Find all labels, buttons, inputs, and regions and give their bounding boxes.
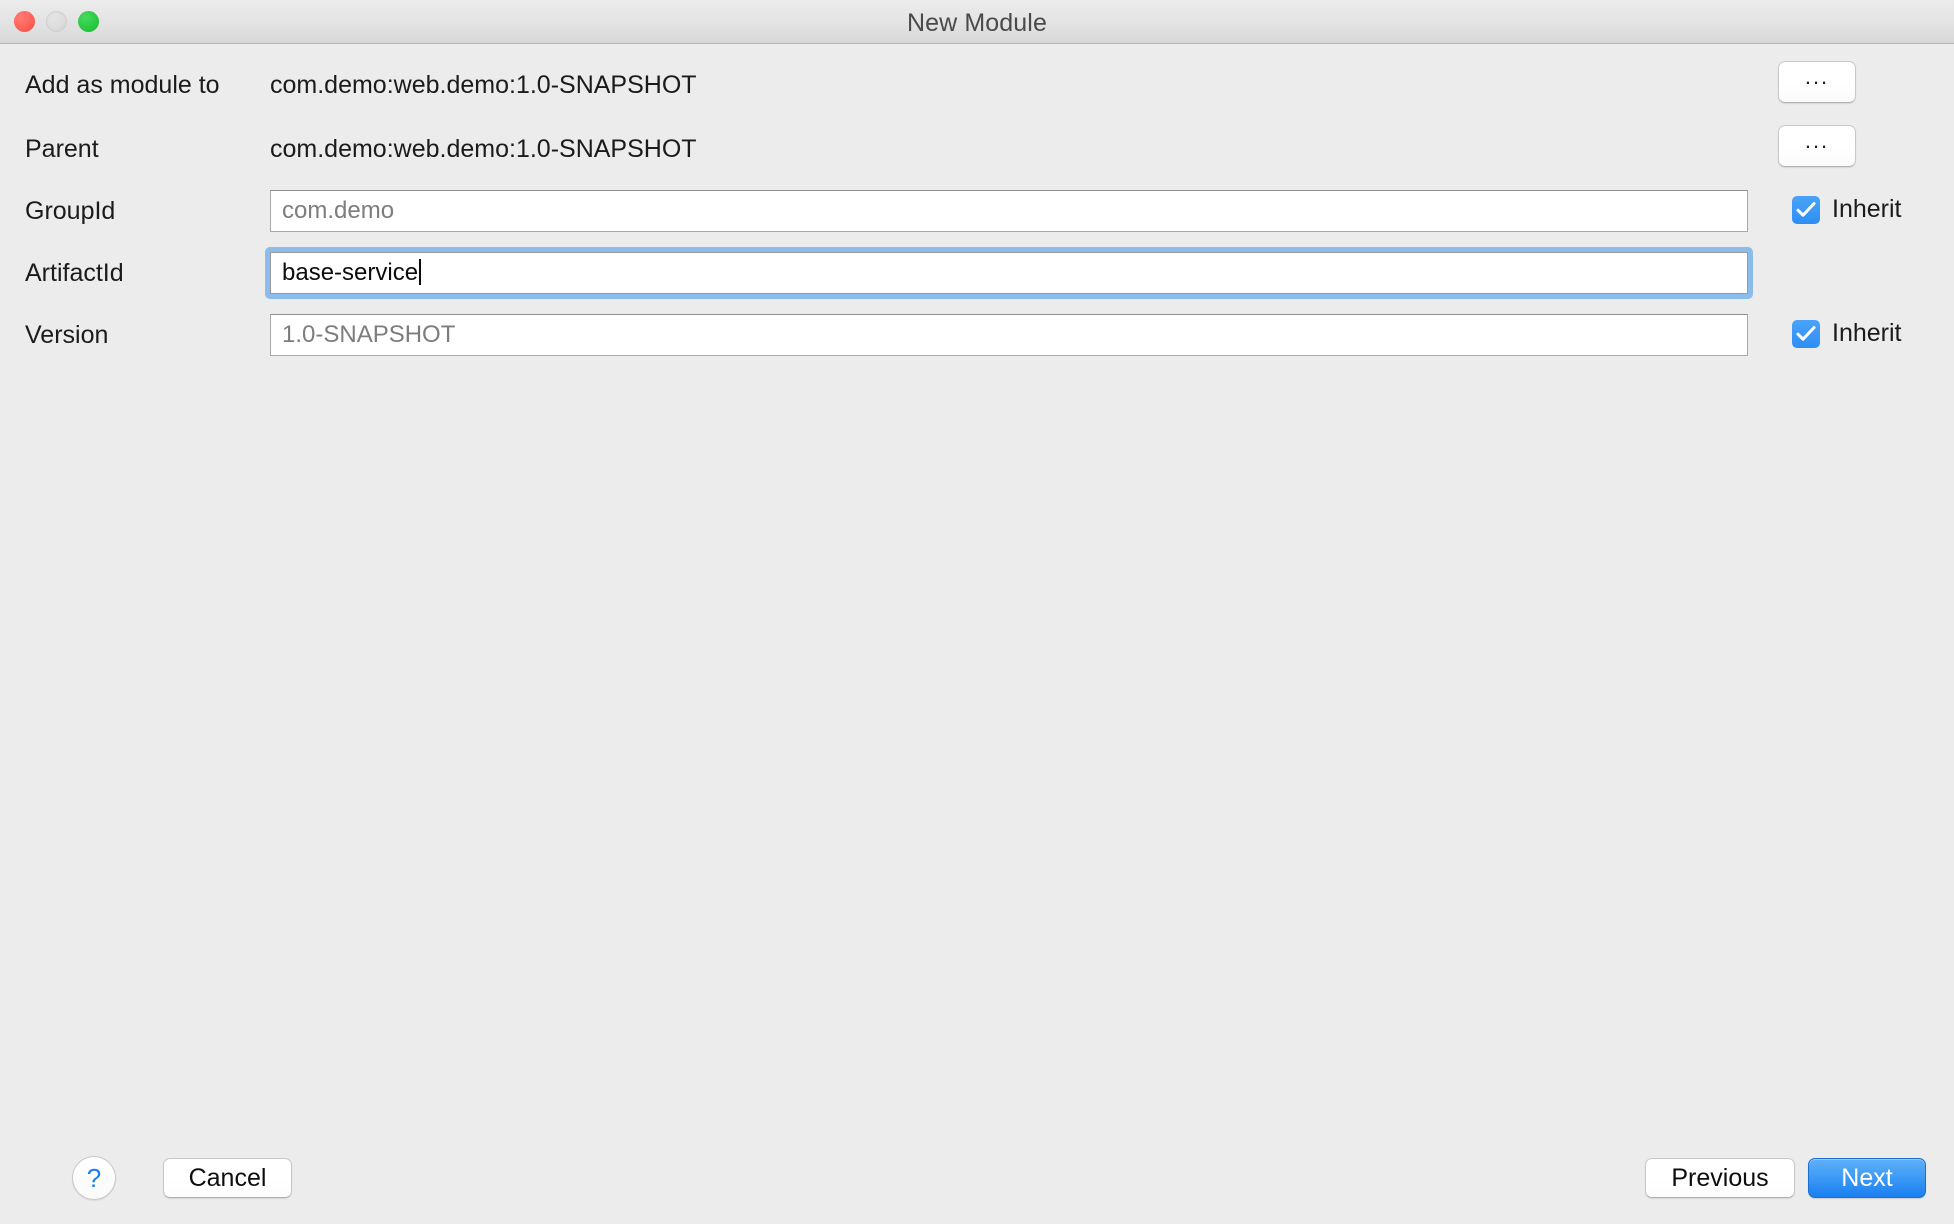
row-version: Version 1.0-SNAPSHOT Inherit	[0, 310, 1954, 360]
browse-add-as-module-to-button[interactable]: ...	[1778, 61, 1856, 103]
label-artifact-id: ArtifactId	[25, 259, 124, 287]
row-add-as-module-to: Add as module to com.demo:web.demo:1.0-S…	[0, 60, 1954, 110]
row-group-id: GroupId com.demo Inherit	[0, 186, 1954, 236]
previous-button[interactable]: Previous	[1645, 1158, 1795, 1198]
inherit-group-id-label: Inherit	[1832, 195, 1902, 223]
artifact-id-text: base-service	[282, 259, 419, 286]
inherit-version[interactable]: Inherit	[1792, 319, 1901, 348]
help-icon[interactable]: ?	[72, 1156, 116, 1200]
group-id-input[interactable]: com.demo	[270, 190, 1748, 232]
artifact-id-field-wrap: base-service	[265, 247, 1753, 299]
inherit-group-id-checkbox[interactable]	[1792, 195, 1820, 224]
inherit-version-label: Inherit	[1832, 319, 1902, 347]
browse-parent-button[interactable]: ...	[1778, 125, 1856, 167]
inherit-group-id[interactable]: Inherit	[1792, 195, 1901, 224]
row-parent: Parent com.demo:web.demo:1.0-SNAPSHOT ..…	[0, 124, 1954, 174]
artifact-id-input[interactable]: base-service	[270, 252, 1748, 294]
label-version: Version	[25, 321, 109, 349]
cancel-button[interactable]: Cancel	[163, 1158, 292, 1198]
window-titlebar[interactable]: New Module	[0, 0, 1954, 44]
group-id-field-wrap: com.demo	[270, 190, 1748, 232]
module-form: Add as module to com.demo:web.demo:1.0-S…	[0, 44, 1954, 1134]
value-add-as-module-to: com.demo:web.demo:1.0-SNAPSHOT	[270, 71, 697, 99]
dialog-footer: ? Cancel Previous Next	[0, 1134, 1954, 1224]
value-parent: com.demo:web.demo:1.0-SNAPSHOT	[270, 135, 697, 163]
version-input[interactable]: 1.0-SNAPSHOT	[270, 314, 1748, 356]
inherit-version-checkbox[interactable]	[1792, 319, 1820, 348]
next-button[interactable]: Next	[1808, 1158, 1926, 1198]
label-parent: Parent	[25, 135, 99, 163]
window-title: New Module	[907, 9, 1047, 37]
text-caret	[419, 259, 422, 285]
label-add-as-module-to: Add as module to	[25, 71, 220, 99]
label-group-id: GroupId	[25, 197, 116, 225]
row-artifact-id: ArtifactId base-service	[0, 247, 1954, 299]
version-field-wrap: 1.0-SNAPSHOT	[270, 314, 1748, 356]
